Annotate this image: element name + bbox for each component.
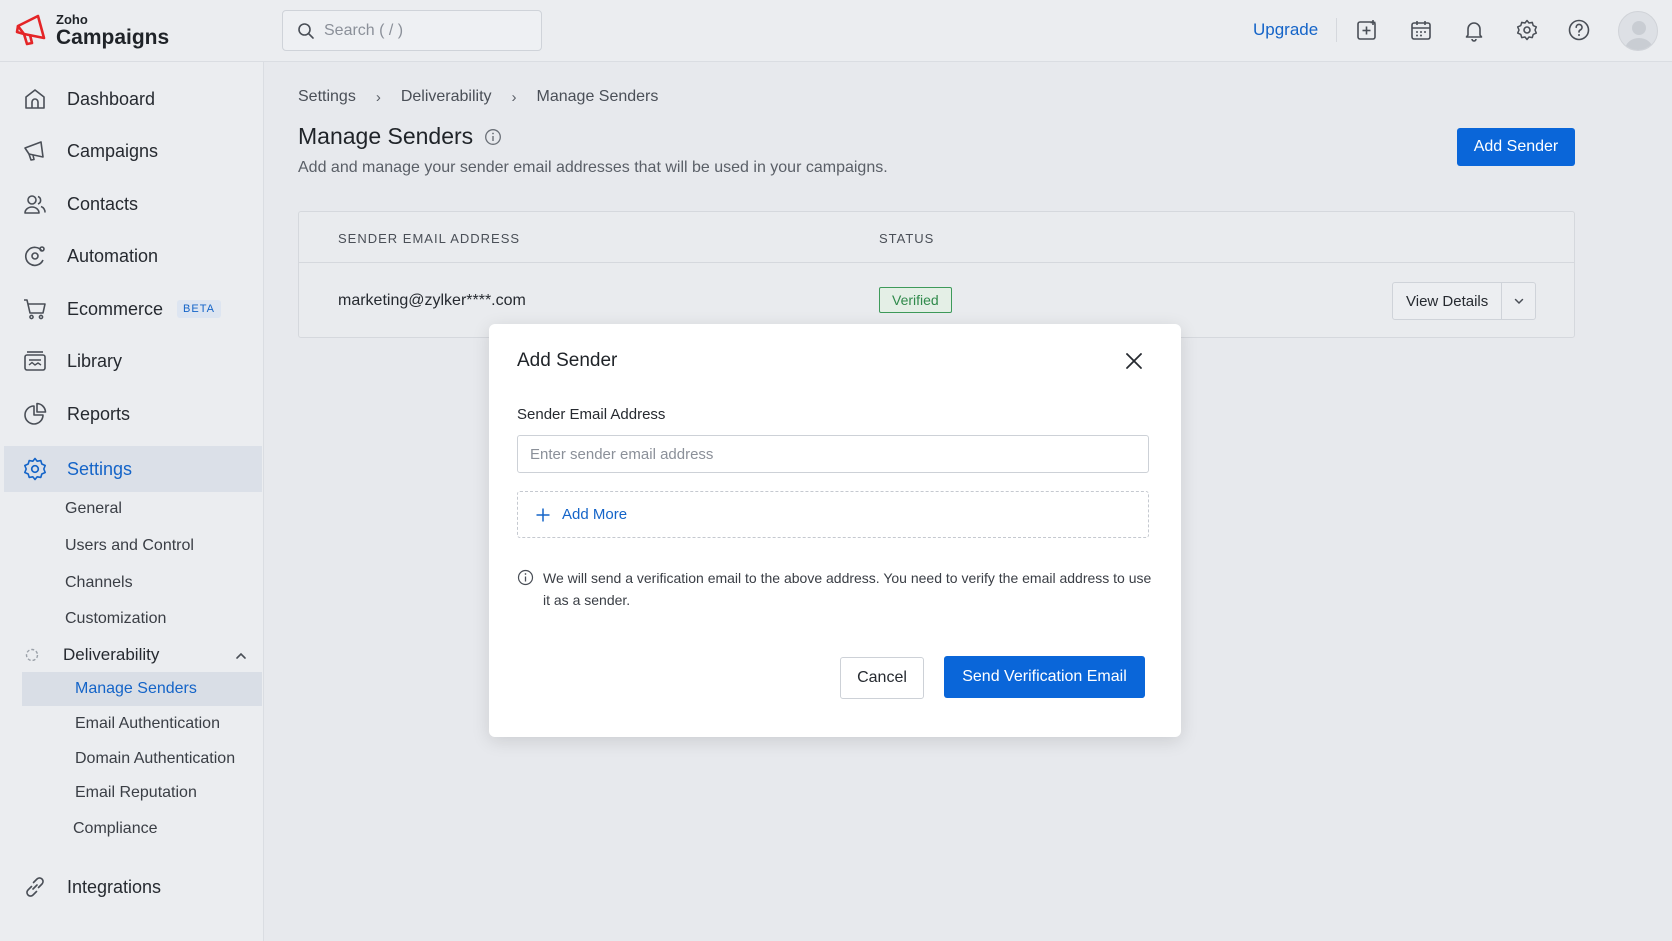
megaphone-icon	[24, 141, 44, 161]
app-logo[interactable]: Zoho Campaigns	[14, 12, 169, 48]
bell-icon[interactable]	[1462, 18, 1486, 42]
plus-icon	[536, 508, 550, 521]
info-icon	[517, 569, 534, 586]
sidebar-sub-channels[interactable]: Channels	[65, 574, 133, 592]
link-icon	[26, 877, 44, 897]
breadcrumb-settings[interactable]: Settings	[298, 88, 356, 106]
avatar[interactable]	[1618, 11, 1658, 51]
sidebar-sub-compliance[interactable]: Compliance	[73, 820, 157, 838]
chevron-up-icon	[236, 652, 246, 659]
row-actions-dropdown[interactable]	[1502, 283, 1535, 319]
automation-icon	[24, 246, 45, 267]
cancel-button[interactable]: Cancel	[840, 657, 924, 699]
page-subtitle: Add and manage your sender email address…	[298, 159, 888, 176]
library-icon	[24, 351, 46, 371]
search-input[interactable]	[324, 21, 524, 40]
sidebar-sub-users-and-control[interactable]: Users and Control	[65, 537, 194, 555]
sidebar-item-label: Dashboard	[67, 88, 156, 109]
info-icon[interactable]	[484, 128, 502, 146]
sidebar-item-reports[interactable]: Reports	[4, 391, 262, 437]
sidebar-sub-email-authentication[interactable]: Email Authentication	[22, 707, 262, 741]
sidebar-item-settings[interactable]: Settings	[4, 446, 262, 492]
top-divider	[1336, 18, 1337, 42]
sidebar-item-ecommerce[interactable]: Ecommerce BETA	[4, 286, 262, 332]
sidebar: Dashboard Campaigns Contacts Automation …	[0, 62, 264, 941]
sidebar-item-label: Integrations	[67, 876, 162, 897]
add-more-button[interactable]: Add More	[517, 491, 1149, 538]
add-square-icon[interactable]	[1355, 18, 1379, 42]
gear-icon[interactable]	[1515, 18, 1539, 42]
page-title-row: Manage Senders	[298, 123, 502, 150]
gear-icon	[24, 457, 46, 481]
close-icon[interactable]	[1123, 350, 1145, 372]
column-header-email: SENDER EMAIL ADDRESS	[338, 231, 521, 246]
breadcrumb-manage-senders: Manage Senders	[536, 88, 659, 105]
sidebar-item-label: Reports	[67, 403, 131, 424]
megaphone-logo-icon	[15, 14, 46, 46]
sidebar-item-label: Contacts	[67, 193, 139, 214]
pie-chart-icon	[24, 402, 47, 425]
deliverability-label: Deliverability	[63, 645, 160, 664]
breadcrumb-deliverability[interactable]: Deliverability	[401, 88, 492, 106]
beta-badge: BETA	[177, 300, 221, 318]
sidebar-sub-customization[interactable]: Customization	[65, 610, 166, 628]
sidebar-sub-domain-authentication[interactable]: Domain Authentication	[22, 742, 262, 776]
users-icon	[24, 195, 46, 214]
breadcrumb: Settings › Deliverability › Manage Sende…	[298, 88, 658, 106]
view-details-button[interactable]: View Details	[1393, 283, 1503, 319]
sidebar-item-contacts[interactable]: Contacts	[4, 181, 262, 227]
sidebar-item-integrations[interactable]: Integrations	[4, 864, 262, 910]
search-box[interactable]	[282, 10, 542, 51]
verification-note-text: We will send a verification email to the…	[543, 570, 1152, 608]
sidebar-sub-general[interactable]: General	[65, 500, 122, 518]
add-sender-modal: Add Sender Sender Email Address Add More…	[489, 324, 1181, 737]
sidebar-sub-deliverability[interactable]: Deliverability	[22, 640, 262, 670]
sidebar-item-label: Automation	[67, 245, 159, 266]
cart-icon	[24, 299, 46, 320]
page-title: Manage Senders	[298, 123, 474, 149]
sender-email-input[interactable]	[517, 435, 1149, 473]
senders-table: SENDER EMAIL ADDRESS STATUS marketing@zy…	[298, 211, 1575, 338]
search-icon	[298, 22, 314, 39]
upgrade-link[interactable]: Upgrade	[1253, 20, 1318, 40]
sidebar-item-automation[interactable]: Automation	[4, 233, 262, 279]
table-divider	[299, 262, 1574, 263]
sidebar-sub-email-reputation[interactable]: Email Reputation	[22, 776, 262, 810]
sidebar-item-label: Campaigns	[67, 140, 159, 161]
sidebar-item-dashboard[interactable]: Dashboard	[4, 76, 262, 122]
breadcrumb-separator-icon: ›	[375, 88, 381, 106]
sender-email-cell: marketing@zylker****.com	[338, 292, 526, 309]
help-icon[interactable]	[1567, 18, 1591, 42]
sidebar-item-label: Settings	[67, 458, 133, 479]
top-bar: Zoho Campaigns Upgrade	[0, 0, 1672, 62]
sidebar-item-library[interactable]: Library	[4, 338, 262, 384]
send-verification-email-button[interactable]: Send Verification Email	[944, 656, 1145, 698]
add-sender-button[interactable]: Add Sender	[1457, 128, 1575, 166]
sidebar-sub-manage-senders[interactable]: Manage Senders	[22, 672, 262, 706]
sidebar-item-label: Library	[67, 350, 123, 371]
breadcrumb-separator-icon: ›	[511, 88, 517, 106]
calendar-icon[interactable]	[1409, 18, 1433, 42]
sender-email-label: Sender Email Address	[517, 406, 666, 423]
loading-circle-icon	[25, 648, 39, 662]
home-icon	[25, 89, 45, 109]
column-header-status: STATUS	[879, 231, 935, 246]
status-badge: Verified	[879, 287, 952, 313]
row-action-group: View Details	[1392, 282, 1537, 320]
user-avatar-icon	[1625, 21, 1653, 50]
modal-title: Add Sender	[517, 350, 618, 371]
verification-note: We will send a verification email to the…	[517, 567, 1157, 611]
chevron-down-icon	[1514, 298, 1524, 305]
sidebar-item-campaigns[interactable]: Campaigns	[4, 128, 262, 174]
logo-small-text: Zoho	[56, 11, 88, 27]
sidebar-item-label: Ecommerce	[67, 298, 164, 319]
logo-big-text: Campaigns	[56, 25, 170, 49]
add-more-label: Add More	[562, 506, 628, 523]
